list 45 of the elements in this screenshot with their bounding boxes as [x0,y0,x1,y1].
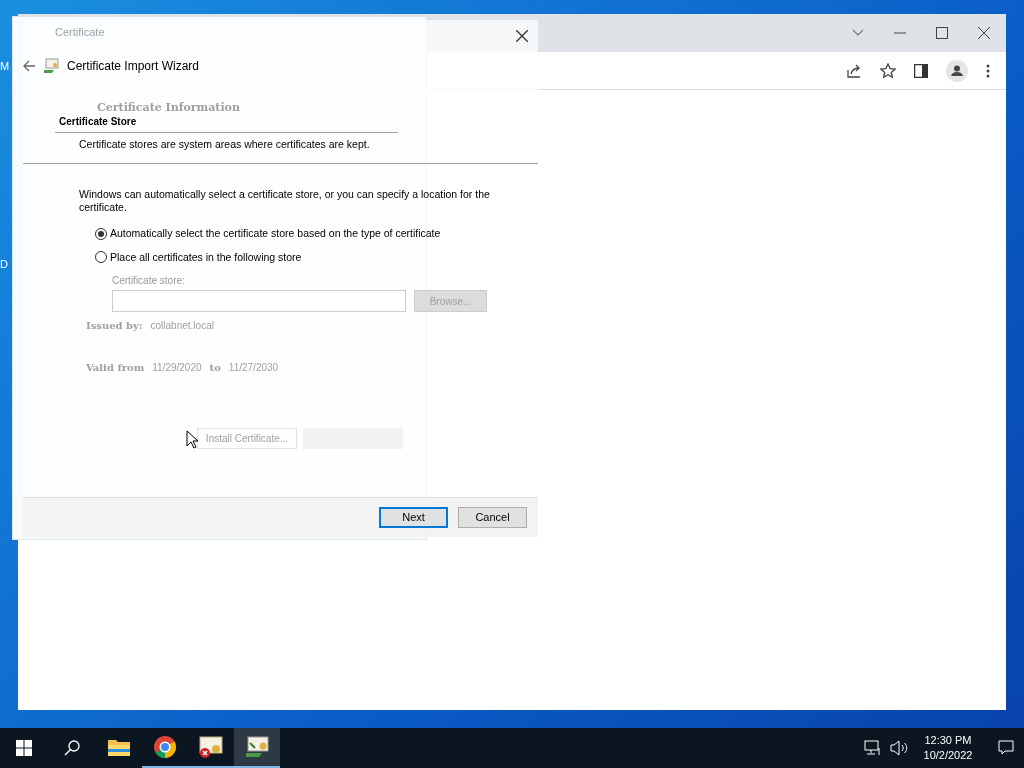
radio-button[interactable] [95,227,107,240]
clock-time[interactable]: 12:30 PM [924,733,972,748]
maximize-icon[interactable] [936,27,948,39]
notifications-icon[interactable] [998,740,1014,756]
dialog-button[interactable]: Next [379,507,448,528]
windows-start-icon[interactable] [16,740,32,756]
share-icon[interactable] [846,62,862,79]
radio-option[interactable]: Automatically select the certificate store based on the type of certificate [95,225,498,242]
clock-date[interactable]: 10/2/2022 [923,748,973,763]
radio-button[interactable] [95,251,107,264]
browser-icon [153,735,177,759]
chevron-down-icon[interactable] [852,29,864,37]
certificate-install-icon [244,735,270,759]
desktop-label: D [0,257,8,272]
field-value: collabnet.local [150,319,214,333]
volume-icon[interactable] [890,740,908,756]
mouse-pointer-icon [186,430,198,449]
back-arrow-icon[interactable] [23,60,35,72]
desktop-label: M [0,59,10,74]
store-label: Certificate store: [112,274,186,289]
search-icon[interactable] [64,740,80,756]
field-label: to [209,361,221,375]
star-icon[interactable] [880,62,896,79]
field-value: 11/29/2020 [152,361,202,375]
fading-heading: Certificate Information [97,100,240,116]
fading-dialog-title: Certificate [55,25,105,40]
certificate-error-icon [198,735,224,759]
side-panel-icon[interactable] [914,63,928,78]
wizard-title: Certificate Import Wizard [67,58,200,75]
profile-icon[interactable] [946,59,968,82]
menu-icon[interactable] [986,63,990,78]
network-icon[interactable] [864,740,882,756]
folder-icon [107,737,131,757]
section-description: Certificate stores are system areas where certificates are kept. [78,137,371,152]
field-label: Issued by: [86,319,143,333]
certificate-install-icon [43,58,59,74]
taskbar-button[interactable] [234,728,280,768]
field-value: 11/27/2030 [228,361,279,375]
close-icon[interactable] [978,27,990,39]
dialog-button[interactable]: Cancel [458,507,527,528]
radio-option[interactable]: Place all certificates in the following store [95,249,498,266]
intro-text: Windows can automatically select a certificate store, or you can specify a location for the certificate. [79,187,491,214]
close-icon[interactable] [516,30,528,42]
section-title: Certificate Store [59,115,137,129]
field-label: Valid from [86,361,145,375]
